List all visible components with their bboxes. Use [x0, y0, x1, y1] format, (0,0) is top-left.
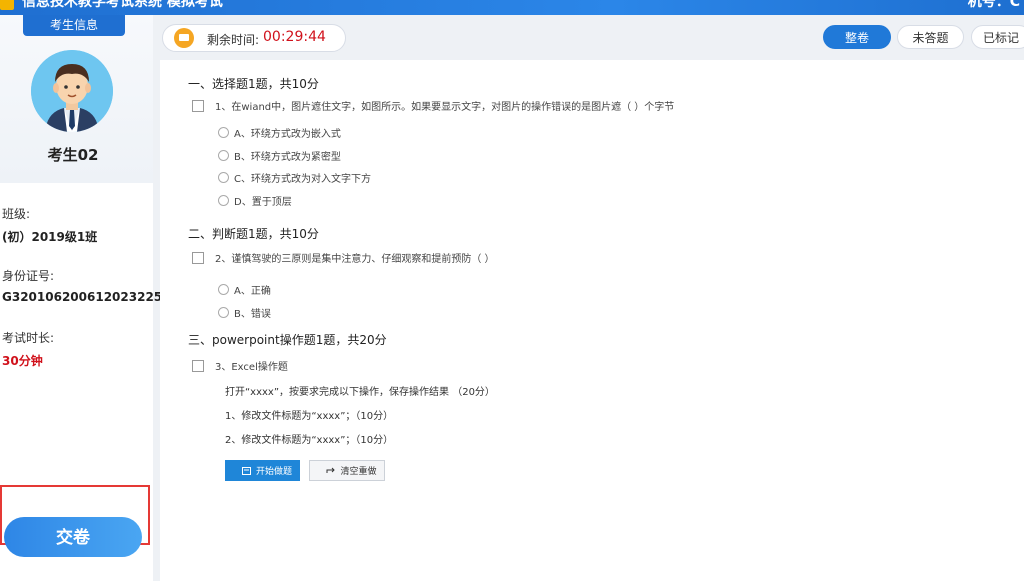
- duration-label: 考试时长:: [2, 331, 55, 345]
- app-logo-icon: [0, 0, 14, 10]
- whole-paper-button[interactable]: 整卷: [823, 25, 891, 49]
- option-radio[interactable]: [218, 127, 229, 138]
- option-radio[interactable]: [218, 284, 229, 295]
- option-radio[interactable]: [218, 150, 229, 161]
- question-panel: 一、选择题1题，共10分 1、在wiand中，图片遮住文字，如图所示。如果要显示…: [160, 60, 1024, 581]
- option-text[interactable]: A、正确: [234, 282, 271, 297]
- timer-value: 00:29:44: [263, 29, 326, 45]
- clear-redo-label: 清空重做: [340, 466, 377, 476]
- section-title: 一、选择题1题，共10分: [188, 77, 319, 91]
- requirement-line: 1、修改文件标题为“xxxx”；（10分）: [225, 411, 394, 422]
- app-title: 信息技术教学考试系统 模拟考试: [22, 0, 223, 10]
- question-checkbox[interactable]: [192, 252, 204, 264]
- unanswered-button[interactable]: 未答题: [897, 25, 964, 49]
- marked-button[interactable]: 已标记: [971, 25, 1024, 49]
- option-text[interactable]: C、环绕方式改为对入文字下方: [234, 170, 371, 185]
- requirement-line: 打开“xxxx”，按要求完成以下操作，保存操作结果 （20分）: [225, 387, 495, 398]
- clear-redo-button[interactable]: 清空重做: [309, 460, 385, 481]
- id-value: G320106200612023225: [2, 290, 163, 304]
- question-text: 3、Excel操作题: [215, 362, 288, 373]
- section-title: 三、powerpoint操作题1题，共20分: [188, 333, 387, 347]
- option-text[interactable]: A、环绕方式改为嵌入式: [234, 125, 341, 140]
- option-radio[interactable]: [218, 307, 229, 318]
- app-header: 信息技术教学考试系统 模拟考试 机号：C: [0, 0, 1024, 15]
- submit-exam-button[interactable]: 交卷: [4, 517, 142, 557]
- option-radio[interactable]: [218, 195, 229, 206]
- machine-number: 机号：C: [967, 0, 1020, 10]
- option-radio[interactable]: [218, 172, 229, 183]
- student-name: 考生02: [47, 146, 99, 164]
- reset-icon: [326, 467, 336, 473]
- student-info-tab: 考生信息: [23, 15, 125, 36]
- question-checkbox[interactable]: [192, 360, 204, 372]
- avatar-icon: [31, 50, 113, 132]
- option-text[interactable]: B、错误: [234, 305, 271, 320]
- duration-value: 30分钟: [2, 354, 43, 368]
- timer-bar: 剩余时间: 00:29:44: [162, 24, 346, 52]
- question-text: 2、谨慎驾驶的三原则是集中注意力、仔细观察和提前预防（ ）: [215, 254, 495, 265]
- start-task-label: 开始做题: [255, 466, 292, 476]
- timer-label: 剩余时间:: [207, 33, 260, 47]
- question-text: 1、在wiand中，图片遮住文字，如图所示。如果要显示文字，对图片的操作错误的是…: [215, 102, 675, 113]
- option-text[interactable]: D、置于顶层: [234, 193, 292, 208]
- class-label: 班级:: [2, 207, 31, 221]
- requirement-line: 2、修改文件标题为“xxxx”；（10分）: [225, 435, 394, 446]
- avatar: [31, 50, 113, 132]
- question-checkbox[interactable]: [192, 100, 204, 112]
- section-title: 二、判断题1题，共10分: [188, 227, 319, 241]
- class-value: (初）2019级1班: [2, 230, 98, 244]
- start-task-button[interactable]: 开始做题: [225, 460, 300, 481]
- clock-icon: [174, 28, 194, 48]
- option-text[interactable]: B、环绕方式改为紧密型: [234, 148, 341, 163]
- start-icon: [241, 467, 251, 475]
- id-label: 身份证号:: [2, 269, 55, 283]
